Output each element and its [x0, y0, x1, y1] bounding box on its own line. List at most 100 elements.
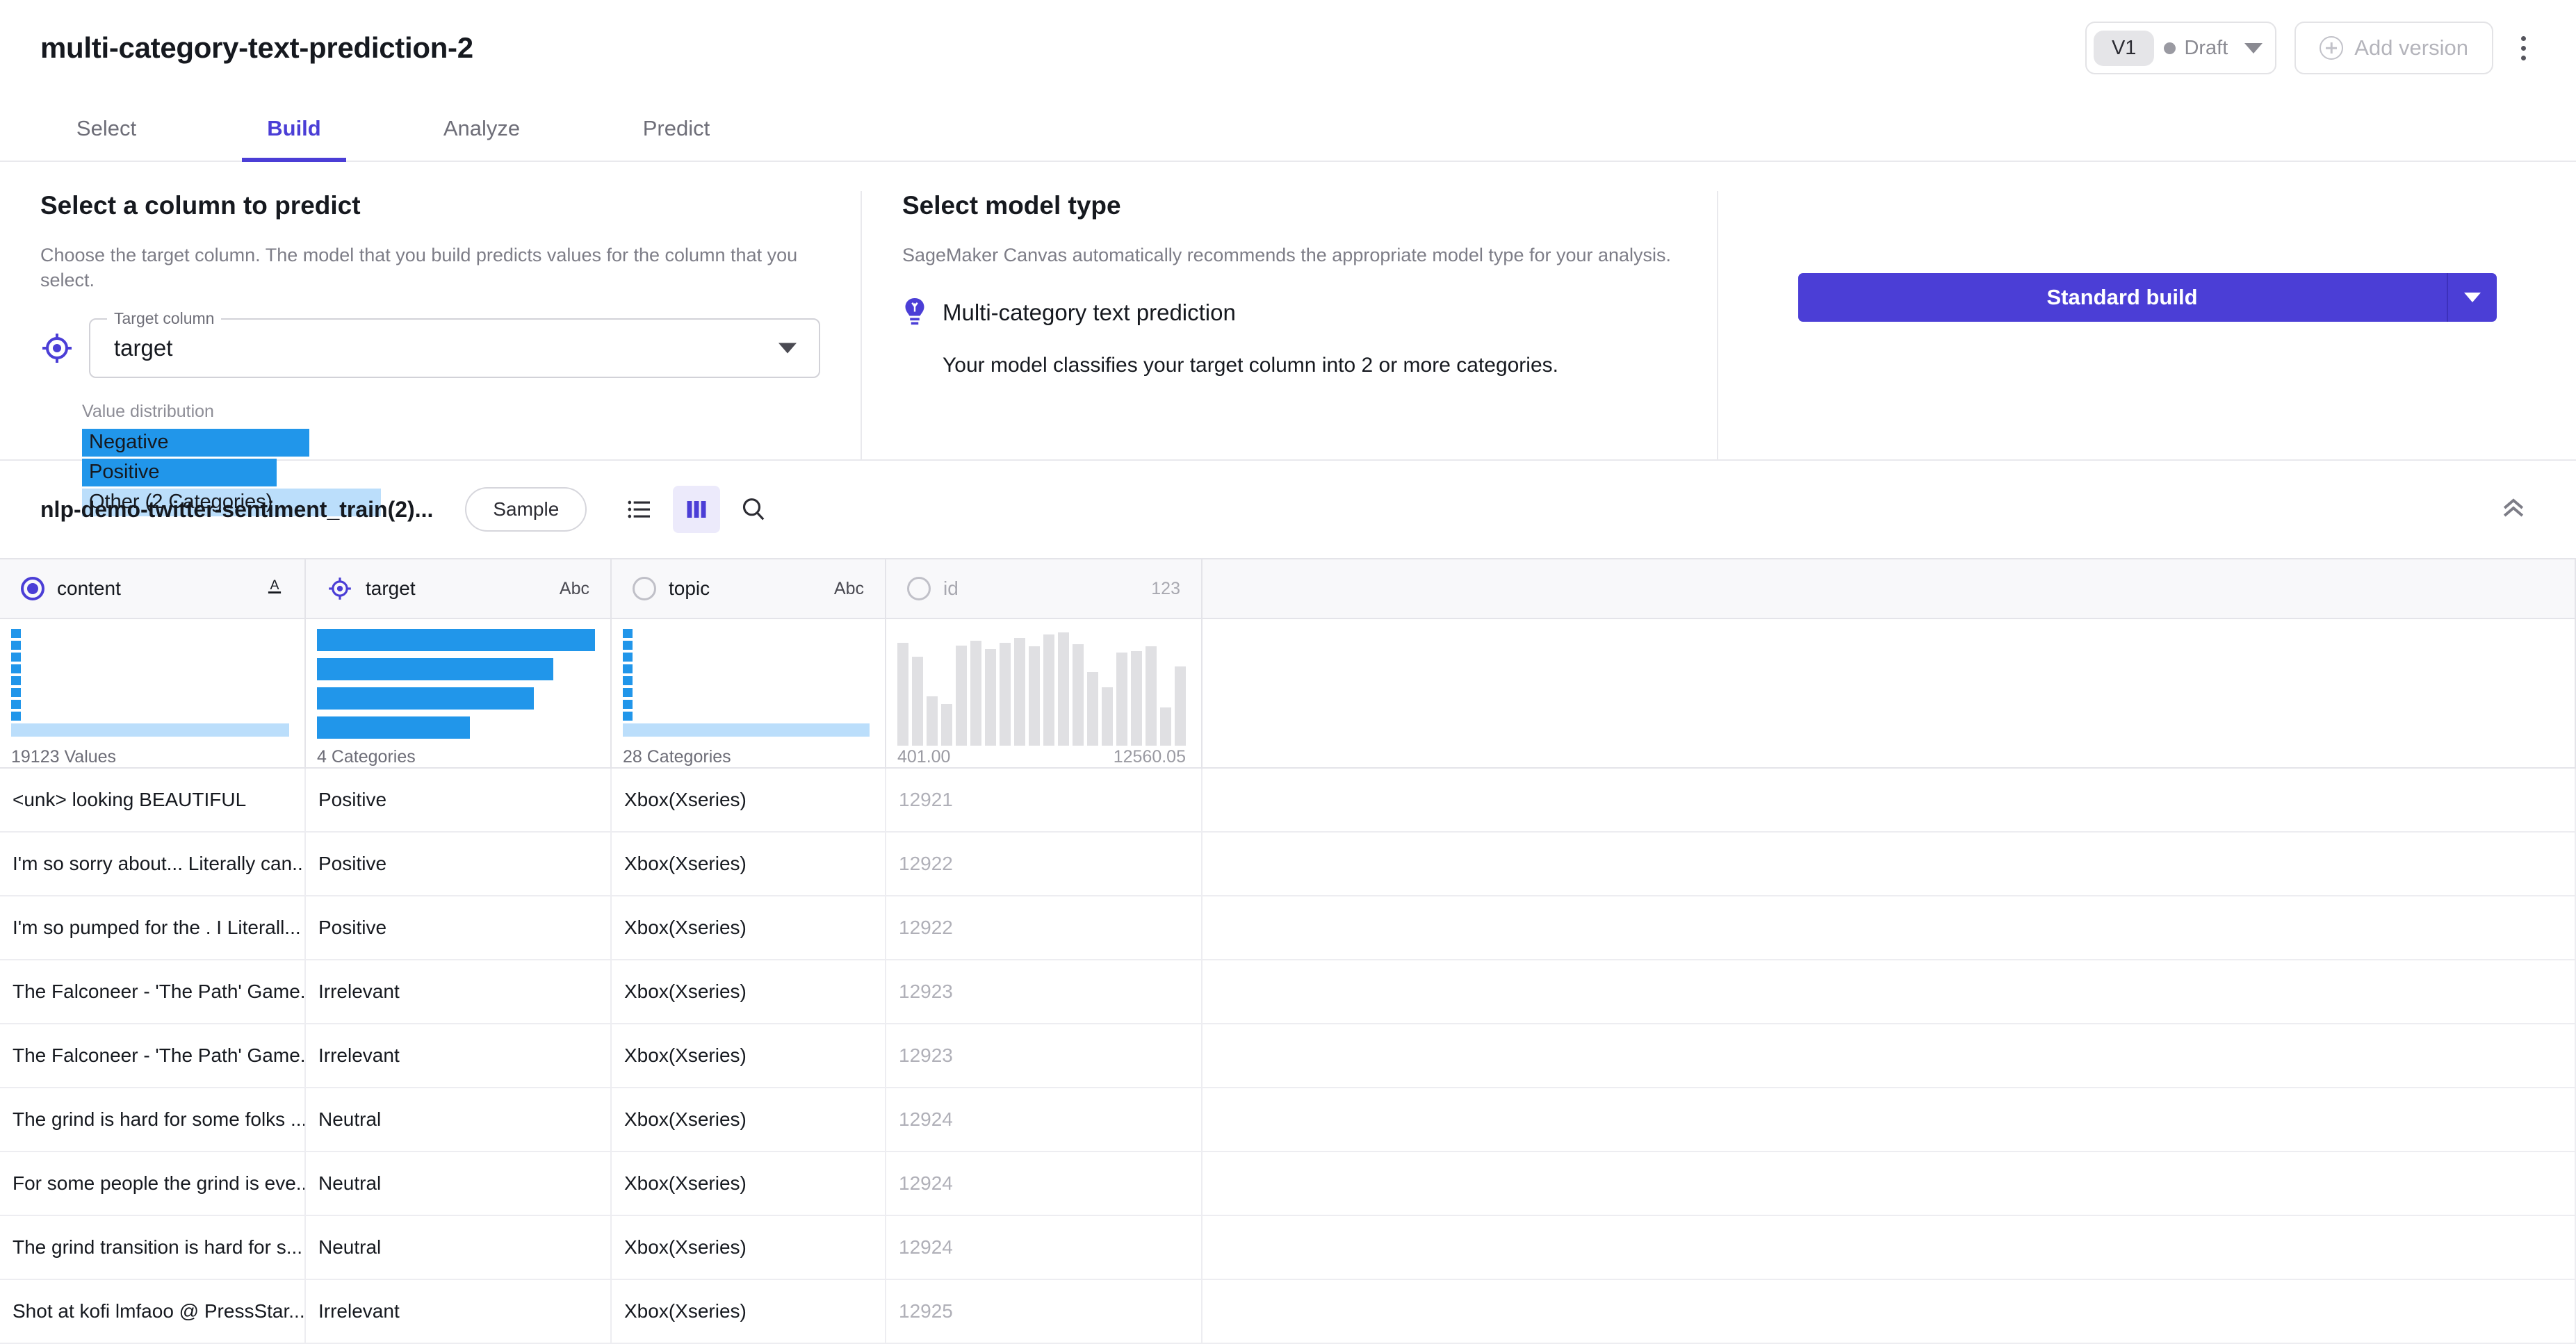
histogram-bar: [1073, 644, 1084, 746]
table-row[interactable]: The grind is hard for some folks ... Neut…: [0, 1088, 2576, 1152]
histogram-bar: [956, 645, 967, 746]
table-cell-empty: [1203, 1152, 2576, 1215]
radio-unselected-icon[interactable]: [907, 577, 931, 600]
summary-id: 401.00 12560.05: [886, 619, 1203, 767]
target-column-select[interactable]: Target column target: [89, 309, 820, 378]
version-selector[interactable]: V1 Draft: [2085, 22, 2277, 74]
table-cell-topic: Xbox(Xseries): [612, 1024, 886, 1087]
histogram-bar: [1131, 650, 1142, 746]
column-header-empty: [1203, 559, 2576, 618]
chevron-down-icon[interactable]: [778, 343, 797, 354]
app-header: multi-category-text-prediction-2 V1 Draf…: [0, 0, 2576, 96]
table-row[interactable]: The Falconeer - 'The Path' Game... Irrele…: [0, 1024, 2576, 1088]
radio-selected-icon[interactable]: [21, 577, 44, 600]
model-panel-subtext: SageMaker Canvas automatically recommend…: [902, 245, 1672, 265]
histogram-bar: [623, 676, 633, 685]
target-crosshair-icon: [329, 577, 351, 600]
table-row[interactable]: The grind transition is hard for s... Neu…: [0, 1216, 2576, 1280]
table-cell-target: Irrelevant: [306, 1024, 612, 1087]
standard-build-button[interactable]: Standard build: [1798, 273, 2497, 322]
topic-histogram: [623, 629, 870, 744]
tab-build[interactable]: Build: [242, 96, 346, 162]
sample-button[interactable]: Sample: [465, 487, 587, 532]
kebab-dot-icon: [2521, 55, 2526, 60]
table-cell-target: Positive: [306, 833, 612, 895]
collapse-section-button[interactable]: [2491, 486, 2536, 534]
column-header-topic[interactable]: topic Abc: [612, 559, 886, 618]
histogram-bar: [11, 629, 21, 638]
model-type-panel: Select model type SageMaker Canvas autom…: [862, 191, 1718, 459]
model-type-name: Multi-category text prediction: [943, 300, 1236, 326]
model-type-row: Multi-category text prediction: [902, 297, 1677, 329]
target-panel-heading: Select a column to predict: [40, 191, 361, 220]
model-type-description: Your model classifies your target column…: [943, 354, 1558, 377]
histogram-bar: [11, 700, 21, 709]
underlined-a-icon: A: [268, 577, 282, 593]
table-cell-target: Neutral: [306, 1152, 612, 1215]
table-cell-id: 12924: [886, 1152, 1203, 1215]
kebab-dot-icon: [2521, 35, 2526, 41]
column-header-content[interactable]: content A: [0, 559, 306, 618]
table-row[interactable]: The Falconeer - 'The Path' Game... Irrele…: [0, 960, 2576, 1024]
version-chip[interactable]: V1: [2093, 30, 2155, 66]
table-row[interactable]: Shot at kofi lmfaoo @ PressStar... Irrele…: [0, 1280, 2576, 1344]
tab-select[interactable]: Select: [40, 96, 172, 161]
histogram-bar: [1175, 666, 1186, 746]
content-summary-label: 19123 Values: [11, 747, 117, 767]
table-row[interactable]: For some people the grind is eve... Neutr…: [0, 1152, 2576, 1216]
table-cell-empty: [1203, 1088, 2576, 1151]
histogram-bar: [11, 712, 21, 721]
table-row[interactable]: I'm so sorry about... Literally can... Po…: [0, 833, 2576, 896]
table-cell-content: The grind is hard for some folks ...: [0, 1088, 306, 1151]
chevron-down-icon: [2463, 293, 2481, 302]
column-header-target[interactable]: target Abc: [306, 559, 612, 618]
table-cell-content: The grind transition is hard for s...: [0, 1216, 306, 1279]
histogram-bar: [1116, 652, 1127, 746]
model-panel-heading: Select model type: [902, 191, 1121, 220]
histogram-bar: [1043, 634, 1054, 746]
column-name: content: [57, 577, 121, 599]
table-cell-topic: Xbox(Xseries): [612, 1216, 886, 1279]
histogram-bar: [941, 703, 952, 746]
summary-empty: [1203, 619, 2576, 767]
column-type-label: Abc: [559, 578, 589, 598]
column-view-button[interactable]: [673, 486, 721, 533]
histogram-bar: [1087, 672, 1098, 746]
radio-unselected-icon[interactable]: [633, 577, 656, 600]
more-options-button[interactable]: [2511, 29, 2536, 67]
table-cell-content: I'm so sorry about... Literally can...: [0, 833, 306, 895]
table-cell-topic: Xbox(Xseries): [612, 960, 886, 1023]
data-preview-table: content A target Abc topic Abc id 123 19…: [0, 558, 2576, 1344]
table-cell-content: For some people the grind is eve...: [0, 1152, 306, 1215]
tab-analyze[interactable]: Analyze: [423, 96, 541, 161]
build-options-dropdown[interactable]: [2446, 273, 2497, 322]
target-column-legend: Target column: [107, 309, 222, 328]
list-icon: [628, 500, 651, 518]
list-view-button[interactable]: [616, 486, 663, 533]
id-min: 401.00: [897, 747, 951, 767]
column-header-id[interactable]: id 123: [886, 559, 1203, 618]
table-cell-empty: [1203, 833, 2576, 895]
tab-predict[interactable]: Predict: [621, 96, 732, 161]
status-badge: Draft: [2164, 37, 2228, 60]
column-name: id: [943, 577, 959, 599]
chevron-down-icon[interactable]: [2244, 42, 2263, 54]
add-version-button[interactable]: Add version: [2294, 22, 2493, 74]
table-cell-topic: Xbox(Xseries): [612, 1088, 886, 1151]
view-toggle-group: [616, 486, 777, 533]
table-cell-id: 12924: [886, 1216, 1203, 1279]
table-cell-id: 12925: [886, 1280, 1203, 1343]
table-cell-empty: [1203, 769, 2576, 831]
histogram-bar: [623, 629, 633, 638]
table-row[interactable]: <unk> looking BEAUTIFUL Positive Xbox(Xser…: [0, 769, 2576, 833]
histogram-bar: [927, 696, 938, 746]
target-crosshair-icon: [42, 333, 72, 363]
histogram-bar: [11, 676, 21, 685]
id-histogram: [897, 629, 1186, 747]
table-row[interactable]: I'm so pumped for the . I Literall... Pos…: [0, 896, 2576, 960]
summary-content: 19123 Values: [0, 619, 306, 767]
histogram-bar: [1029, 646, 1040, 746]
target-column-panel: Select a column to predict Choose the ta…: [0, 191, 862, 516]
column-type-text-icon: A: [266, 576, 284, 602]
search-button[interactable]: [730, 486, 777, 533]
